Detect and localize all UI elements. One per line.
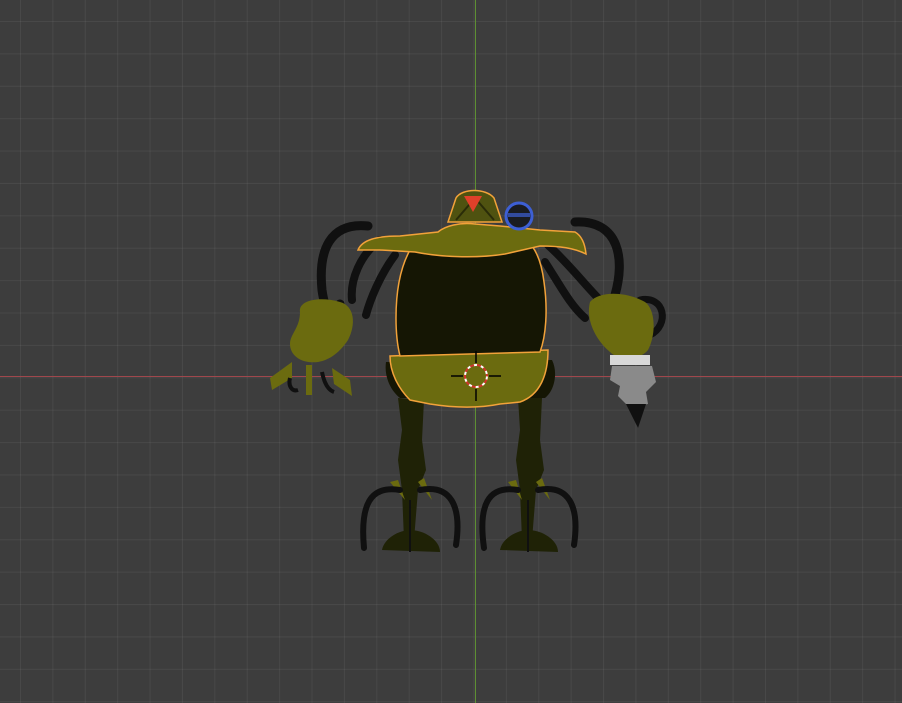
torso[interactable] — [395, 245, 547, 357]
head[interactable] — [446, 189, 504, 223]
pelvis-plate[interactable] — [389, 349, 549, 408]
left-hand[interactable] — [270, 299, 353, 396]
3d-viewport[interactable] — [0, 0, 902, 703]
left-leg[interactable] — [360, 398, 461, 552]
robot-model[interactable] — [0, 0, 902, 703]
blue-ring-object[interactable] — [504, 201, 534, 231]
right-leg[interactable] — [479, 398, 579, 552]
right-hand[interactable] — [588, 293, 656, 428]
